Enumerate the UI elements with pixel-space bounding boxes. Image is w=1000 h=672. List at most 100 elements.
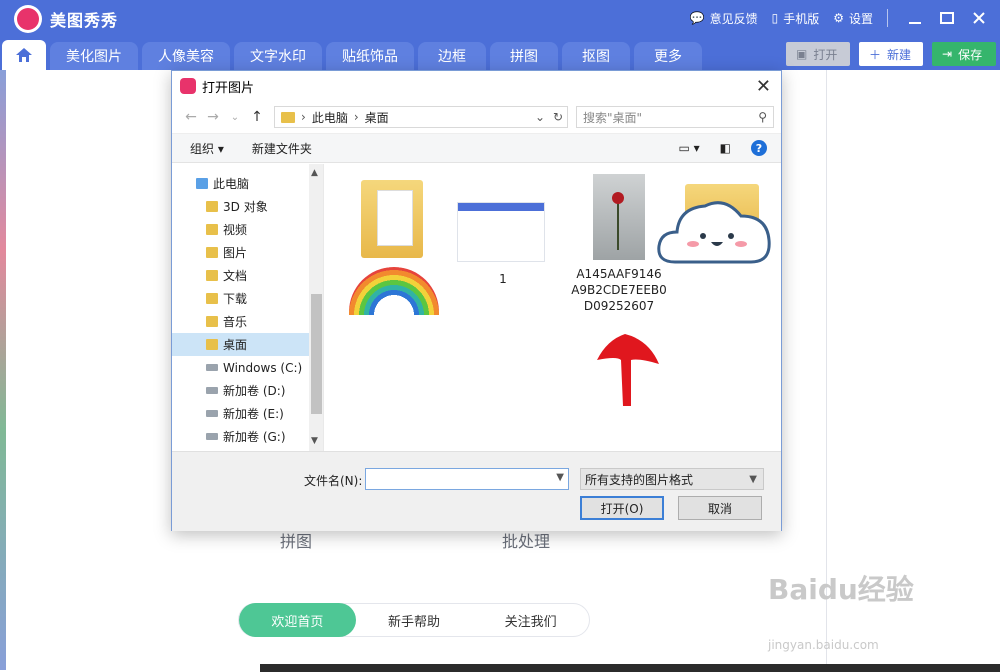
tree-item-music[interactable]: 音乐 bbox=[172, 310, 310, 333]
file-list: 1 A145AAF9146 A9B2CDE7EEB0 D09252607 bbox=[325, 164, 781, 451]
bottom-nav: 欢迎首页 新手帮助 关注我们 bbox=[238, 603, 590, 637]
folder-icon bbox=[206, 247, 218, 258]
tree-item-3d-objects[interactable]: 3D 对象 bbox=[172, 195, 310, 218]
help-icon[interactable]: ? bbox=[751, 140, 767, 156]
drive-icon bbox=[206, 410, 218, 417]
address-row: ← → ⌄ ↑ › 此电脑 › 桌面 ⌄ ↻ 搜索"桌面" ⚲ bbox=[172, 103, 781, 131]
dialog-title: 打开图片 bbox=[202, 80, 255, 96]
new-folder-button[interactable]: 新建文件夹 bbox=[252, 140, 312, 157]
chevron-down-icon[interactable]: ▼ bbox=[749, 474, 757, 485]
tree-item-drive-g[interactable]: 新加卷 (G:) bbox=[172, 425, 310, 448]
tree-item-desktop[interactable]: 桌面 bbox=[172, 333, 310, 356]
tree-scrollbar[interactable]: ▲ ▼ bbox=[309, 164, 323, 451]
desktop-edge bbox=[0, 70, 6, 670]
folder-icon bbox=[361, 180, 423, 258]
app-title: 美图秀秀 bbox=[50, 11, 119, 30]
file-item-folder[interactable] bbox=[361, 180, 423, 258]
dialog-cancel-button[interactable]: 取消 bbox=[678, 496, 762, 520]
tab-beautify[interactable]: 美化图片 bbox=[50, 42, 138, 70]
tree-item-this-pc[interactable]: 此电脑 bbox=[172, 172, 310, 195]
tree-item-drive-e[interactable]: 新加卷 (E:) bbox=[172, 402, 310, 425]
search-input[interactable]: 搜索"桌面" ⚲ bbox=[576, 106, 774, 128]
meitu-logo-icon bbox=[14, 5, 42, 33]
tree-item-pictures[interactable]: 图片 bbox=[172, 241, 310, 264]
close-icon bbox=[973, 12, 985, 24]
navigation-tree: 此电脑 3D 对象 视频 图片 文档 下载 音乐 桌面 Windows (C:)… bbox=[172, 164, 324, 451]
cloud-sticker bbox=[657, 201, 771, 264]
folder-icon bbox=[206, 293, 218, 304]
folder-icon bbox=[206, 316, 218, 327]
tab-stickers[interactable]: 贴纸饰品 bbox=[326, 42, 414, 70]
breadcrumb-root[interactable]: 此电脑 bbox=[312, 109, 348, 126]
drive-icon bbox=[206, 387, 218, 394]
chat-icon: 💬 bbox=[689, 11, 705, 25]
dialog-open-button[interactable]: 打开(O) bbox=[580, 496, 664, 520]
taskbar bbox=[260, 664, 1000, 672]
scrollbar-thumb[interactable] bbox=[311, 294, 322, 414]
tab-frames[interactable]: 边框 bbox=[418, 42, 486, 70]
filename-label: 文件名(N): bbox=[304, 474, 363, 488]
tree-item-documents[interactable]: 文档 bbox=[172, 264, 310, 287]
tab-more[interactable]: 更多 bbox=[634, 42, 702, 70]
back-arrow-icon[interactable]: ← bbox=[180, 109, 202, 125]
batch-label[interactable]: 批处理 bbox=[502, 528, 550, 552]
mobile-link[interactable]: ▯ 手机版 bbox=[772, 10, 820, 27]
tree-item-drive-d[interactable]: 新加卷 (D:) bbox=[172, 379, 310, 402]
refresh-icon[interactable]: ↻ bbox=[553, 110, 563, 124]
scroll-up-icon[interactable]: ▲ bbox=[311, 168, 318, 178]
main-tabs: 美化图片 人像美容 文字水印 贴纸饰品 边框 拼图 抠图 更多 bbox=[0, 40, 702, 70]
open-image-dialog: 打开图片 ✕ ← → ⌄ ↑ › 此电脑 › 桌面 ⌄ ↻ 搜索"桌面" ⚲ 组… bbox=[171, 70, 782, 531]
tab-cutout[interactable]: 抠图 bbox=[562, 42, 630, 70]
folder-icon bbox=[281, 111, 295, 123]
dialog-titlebar: 打开图片 bbox=[172, 71, 781, 101]
nav-follow[interactable]: 关注我们 bbox=[472, 603, 589, 637]
tree-item-videos[interactable]: 视频 bbox=[172, 218, 310, 241]
maximize-button[interactable] bbox=[936, 8, 958, 28]
scroll-down-icon[interactable]: ▼ bbox=[311, 436, 318, 446]
nav-welcome[interactable]: 欢迎首页 bbox=[239, 603, 356, 637]
image-icon: ▣ bbox=[796, 47, 808, 61]
open-button[interactable]: ▣ 打开 bbox=[786, 42, 850, 66]
view-options-icon[interactable]: ▭ ▾ bbox=[678, 141, 699, 155]
search-icon: ⚲ bbox=[758, 110, 767, 124]
computer-icon bbox=[196, 178, 208, 189]
breadcrumb-current[interactable]: 桌面 bbox=[365, 109, 389, 126]
tree-item-downloads[interactable]: 下载 bbox=[172, 287, 310, 310]
tab-portrait[interactable]: 人像美容 bbox=[142, 42, 230, 70]
tree-item-drive-c[interactable]: Windows (C:) bbox=[172, 356, 310, 379]
settings-link[interactable]: ⚙ 设置 bbox=[833, 10, 873, 27]
forward-arrow-icon[interactable]: → bbox=[202, 109, 224, 125]
organize-menu[interactable]: 组织 ▾ bbox=[190, 140, 224, 157]
filename-input[interactable]: ▼ bbox=[365, 468, 569, 490]
folder-icon bbox=[206, 270, 218, 281]
minimize-button[interactable] bbox=[904, 8, 926, 28]
tab-text-watermark[interactable]: 文字水印 bbox=[234, 42, 322, 70]
save-button[interactable]: ⇥ 保存 bbox=[932, 42, 996, 66]
meitu-small-icon bbox=[180, 78, 196, 94]
feedback-link[interactable]: 💬 意见反馈 bbox=[690, 10, 758, 27]
recent-dropdown-icon[interactable]: ⌄ bbox=[224, 112, 246, 123]
gear-icon: ⚙ bbox=[833, 11, 844, 25]
close-app-button[interactable] bbox=[968, 8, 990, 28]
tab-collage[interactable]: 拼图 bbox=[490, 42, 558, 70]
baidu-watermark-url: jingyan.baidu.com bbox=[768, 638, 879, 652]
chevron-down-icon[interactable]: ▼ bbox=[556, 472, 564, 483]
phone-icon: ▯ bbox=[771, 11, 779, 25]
up-arrow-icon[interactable]: ↑ bbox=[246, 109, 268, 125]
file-type-select[interactable]: 所有支持的图片格式 ▼ bbox=[580, 468, 764, 490]
address-dropdown-icon[interactable]: ⌄ bbox=[535, 110, 545, 124]
address-bar[interactable]: › 此电脑 › 桌面 ⌄ ↻ bbox=[274, 106, 568, 128]
folder-icon bbox=[206, 201, 218, 212]
new-button[interactable]: ＋ 新建 bbox=[859, 42, 923, 66]
nav-help[interactable]: 新手帮助 bbox=[356, 603, 473, 637]
tab-home[interactable] bbox=[2, 40, 46, 70]
collage-label[interactable]: 拼图 bbox=[280, 528, 312, 552]
app-logo: 美图秀秀 bbox=[14, 5, 118, 33]
drive-icon bbox=[206, 433, 218, 440]
dialog-close-button[interactable]: ✕ bbox=[756, 76, 771, 97]
dialog-footer: 文件名(N): ▼ 所有支持的图片格式 ▼ 打开(O) 取消 bbox=[172, 451, 781, 531]
file-item-1[interactable]: 1 bbox=[457, 202, 549, 286]
red-arrow-annotation bbox=[597, 334, 659, 406]
preview-pane-icon[interactable]: ◧ bbox=[720, 141, 731, 155]
dialog-toolbar: 组织 ▾ 新建文件夹 ▭ ▾ ◧ ? bbox=[172, 133, 781, 163]
